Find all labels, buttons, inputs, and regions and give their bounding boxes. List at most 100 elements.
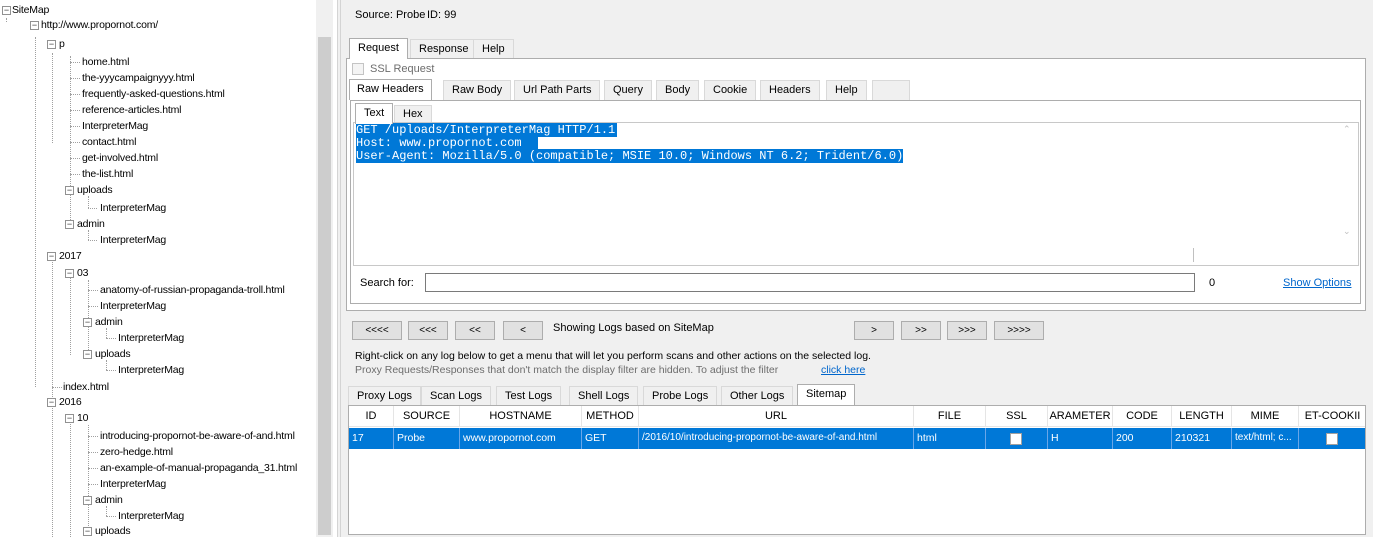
tree-item[interactable]: zero-hedge.html [100, 445, 173, 459]
tree-folder-admin[interactable]: admin [95, 315, 123, 329]
collapse-icon[interactable]: − [47, 40, 56, 49]
column-header[interactable]: URL [639, 406, 914, 427]
collapse-icon[interactable]: − [83, 350, 92, 359]
tab-sitemap[interactable]: Sitemap [797, 384, 856, 405]
tree-item[interactable]: frequently-asked-questions.html [82, 87, 225, 101]
last-page-button[interactable]: >>>> [994, 321, 1044, 340]
forward-button[interactable]: > [854, 321, 894, 340]
collapse-icon[interactable]: − [47, 252, 56, 261]
ssl-request-checkbox[interactable] [352, 63, 364, 75]
scroll-up-icon[interactable]: ⌃ [1343, 124, 1351, 135]
show-options-link[interactable]: Show Options [1283, 277, 1351, 289]
column-header[interactable]: ARAMETER [1048, 406, 1113, 427]
column-header[interactable]: ID [349, 406, 394, 427]
tree-item[interactable]: InterpreterMag [100, 201, 166, 215]
tab-text[interactable]: Text [355, 103, 394, 124]
tab-scan-logs[interactable]: Scan Logs [421, 386, 491, 406]
tab-cookie[interactable]: Cookie [704, 80, 757, 100]
tab-request[interactable]: Request [349, 38, 408, 59]
column-header[interactable]: MIME [1232, 406, 1299, 427]
tab-probe-logs[interactable]: Probe Logs [643, 386, 718, 406]
column-header[interactable]: ET-COOKII [1299, 406, 1365, 427]
tree-item[interactable]: introducing-propornot-be-aware-of-and.ht… [100, 429, 295, 443]
collapse-icon[interactable]: − [65, 220, 74, 229]
collapse-icon[interactable]: − [30, 21, 39, 30]
column-header[interactable]: CODE [1113, 406, 1172, 427]
search-input[interactable] [425, 273, 1195, 292]
tree-item[interactable]: anatomy-of-russian-propaganda-troll.html [100, 283, 285, 297]
tab-proxy-logs[interactable]: Proxy Logs [348, 386, 422, 406]
column-header[interactable]: SOURCE [394, 406, 460, 427]
tree-item[interactable]: InterpreterMag [118, 509, 184, 523]
tab-raw-headers[interactable]: Raw Headers [349, 79, 432, 100]
tree-folder-uploads[interactable]: uploads [95, 347, 131, 361]
tree-folder-10[interactable]: 10 [77, 411, 88, 425]
back-more-button[interactable]: << [455, 321, 495, 340]
tab-url-path-parts[interactable]: Url Path Parts [514, 80, 601, 100]
tree-item[interactable]: InterpreterMag [100, 299, 166, 313]
tree-item[interactable]: contact.html [82, 135, 136, 149]
tree-item-index[interactable]: index.html [63, 380, 109, 394]
scroll-down-icon[interactable]: ⌄ [1343, 226, 1351, 237]
sitemap-tree[interactable]: − SiteMap − http://www.propornot.com/ − … [0, 0, 337, 537]
column-header[interactable]: SSL [986, 406, 1048, 427]
tree-item[interactable]: InterpreterMag [100, 233, 166, 247]
tree-folder-admin[interactable]: admin [95, 493, 123, 507]
collapse-icon[interactable]: − [2, 6, 11, 15]
tree-root[interactable]: SiteMap [12, 3, 49, 17]
tree-folder-p[interactable]: p [59, 37, 65, 51]
set-cookie-checkbox[interactable] [1326, 433, 1338, 445]
collapse-icon[interactable]: − [83, 318, 92, 327]
tab-shell-logs[interactable]: Shell Logs [569, 386, 639, 406]
tree-site[interactable]: http://www.propornot.com/ [41, 18, 158, 32]
tree-item[interactable]: InterpreterMag [82, 119, 148, 133]
tree-item[interactable]: the-list.html [82, 167, 133, 181]
log-grid[interactable]: ID SOURCE HOSTNAME METHOD URL FILE SSL A… [348, 405, 1366, 535]
tree-item[interactable]: an-example-of-manual-propaganda_31.html [100, 461, 297, 475]
tree-item[interactable]: get-involved.html [82, 151, 158, 165]
cell-code: 200 [1113, 428, 1172, 449]
tab-hex[interactable]: Hex [394, 105, 432, 122]
tab-query[interactable]: Query [604, 80, 652, 100]
tree-scrollbar-thumb[interactable] [318, 37, 331, 535]
tree-item[interactable]: InterpreterMag [100, 477, 166, 491]
collapse-icon[interactable]: − [65, 269, 74, 278]
request-text[interactable]: GET /uploads/InterpreterMag HTTP/1.1 Hos… [356, 123, 904, 163]
tree-folder-2016[interactable]: 2016 [59, 395, 82, 409]
tree-item[interactable]: home.html [82, 55, 129, 69]
tree-folder-2017[interactable]: 2017 [59, 249, 82, 263]
first-page-button[interactable]: <<<< [352, 321, 402, 340]
forward-many-button[interactable]: >>> [947, 321, 987, 340]
tree-folder-uploads[interactable]: uploads [95, 524, 131, 537]
forward-more-button[interactable]: >> [901, 321, 941, 340]
tree-item[interactable]: InterpreterMag [118, 363, 184, 377]
click-here-link[interactable]: click here [821, 364, 865, 376]
column-header[interactable]: METHOD [582, 406, 639, 427]
tree-folder-admin[interactable]: admin [77, 217, 105, 231]
back-button[interactable]: < [503, 321, 543, 340]
collapse-icon[interactable]: − [65, 414, 74, 423]
tab-headers[interactable]: Headers [760, 80, 820, 100]
collapse-icon[interactable]: − [83, 527, 92, 536]
column-header[interactable]: HOSTNAME [460, 406, 582, 427]
tab-other-logs[interactable]: Other Logs [721, 386, 794, 406]
tab-raw-body[interactable]: Raw Body [443, 80, 512, 100]
tab-help[interactable]: Help [473, 39, 514, 59]
tree-folder-uploads[interactable]: uploads [77, 183, 113, 197]
tab-response[interactable]: Response [410, 39, 478, 59]
back-many-button[interactable]: <<< [408, 321, 448, 340]
ssl-checkbox[interactable] [1010, 433, 1022, 445]
column-header[interactable]: LENGTH [1172, 406, 1232, 427]
cell-url: /2016/10/introducing-propornot-be-aware-… [639, 428, 914, 449]
column-header[interactable]: FILE [914, 406, 986, 427]
collapse-icon[interactable]: − [83, 496, 92, 505]
tab-test-logs[interactable]: Test Logs [496, 386, 562, 406]
tab-body[interactable]: Body [656, 80, 700, 100]
tree-folder-03[interactable]: 03 [77, 266, 88, 280]
tab-help-sub[interactable]: Help [826, 80, 867, 100]
collapse-icon[interactable]: − [65, 186, 74, 195]
collapse-icon[interactable]: − [47, 398, 56, 407]
tree-item[interactable]: reference-articles.html [82, 103, 181, 117]
tree-item[interactable]: InterpreterMag [118, 331, 184, 345]
tree-item[interactable]: the-yyycampaignyyy.html [82, 71, 195, 85]
